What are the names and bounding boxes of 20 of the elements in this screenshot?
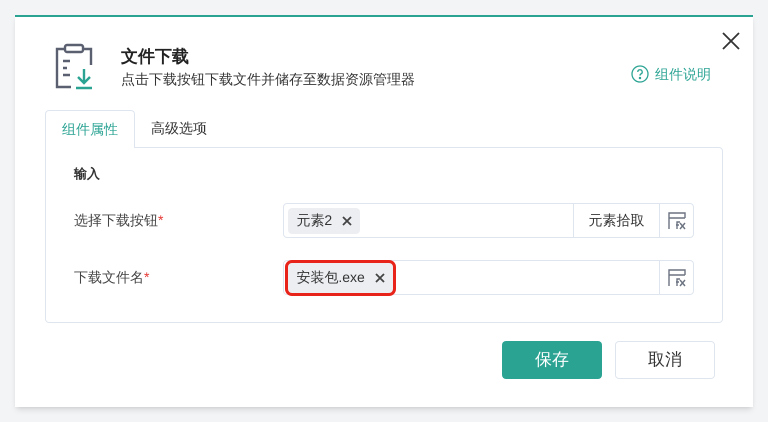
remove-icon[interactable] <box>374 272 385 282</box>
required-mark: * <box>144 268 150 287</box>
dialog-subtitle: 点击下载按钮下载文件并储存至数据资源管理器 <box>121 70 415 89</box>
remove-icon[interactable] <box>342 216 352 226</box>
tag-field[interactable]: 元素2 元素拾取 <box>283 203 694 238</box>
tag: 元素2 <box>288 208 360 234</box>
close-icon[interactable] <box>721 31 741 51</box>
section-title: 输入 <box>74 165 101 183</box>
pick-button[interactable]: 元素拾取 <box>573 204 659 237</box>
tab[interactable]: 高级选项 <box>135 109 223 147</box>
field-label: 下载文件名 <box>74 268 144 287</box>
cancel-button[interactable]: 取消 <box>615 341 715 379</box>
field-label: 选择下载按钮 <box>74 211 158 230</box>
tag-field[interactable]: 安装包.exe <box>283 260 694 295</box>
help-icon <box>631 65 649 83</box>
required-mark: * <box>158 211 164 230</box>
formula-icon <box>666 210 688 232</box>
formula-icon <box>666 266 688 288</box>
dialog-title: 文件下载 <box>121 46 190 68</box>
tag: 安装包.exe <box>288 262 393 292</box>
